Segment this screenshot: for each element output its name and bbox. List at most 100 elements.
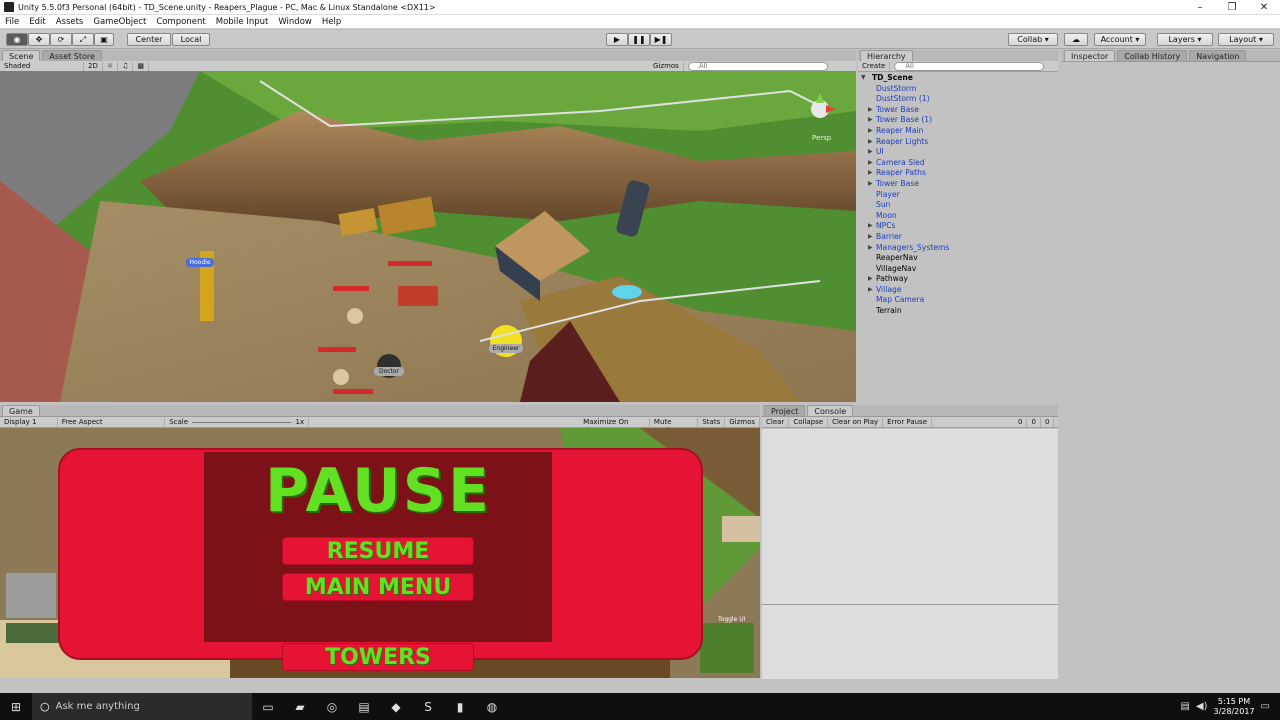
hierarchy-item[interactable]: ▶ Reaper Lights	[858, 137, 1058, 148]
expand-arrow-icon[interactable]: ▶	[868, 179, 873, 190]
layout-dropdown[interactable]: Layout ▾	[1218, 33, 1274, 46]
hierarchy-item[interactable]: Map Camera	[858, 295, 1058, 306]
network-icon[interactable]: ▤	[1180, 701, 1189, 712]
tab-scene[interactable]: Scene	[2, 50, 41, 61]
scene-gizmos-dropdown[interactable]: Gizmos	[649, 61, 684, 71]
scene-view[interactable]: Hoodie Engineer Doctor Persp	[0, 71, 856, 402]
collab-button[interactable]: Collab ▾	[1008, 33, 1058, 46]
twitch-icon[interactable]: ▮	[449, 698, 471, 716]
cloud-icon[interactable]: ☁	[1064, 33, 1088, 46]
menu-window[interactable]: Window	[273, 17, 317, 27]
unity-icon[interactable]: ◆	[385, 698, 407, 716]
mute-audio-toggle[interactable]: Mute Audio	[650, 417, 699, 435]
steam-icon[interactable]: ◍	[481, 698, 503, 716]
pivot-center-button[interactable]: Center	[127, 33, 171, 46]
tab-game[interactable]: Game	[2, 405, 40, 416]
tab-project[interactable]: Project	[764, 405, 806, 416]
expand-arrow-icon[interactable]: ▶	[868, 126, 873, 137]
hand-tool-icon[interactable]: ◉	[6, 33, 28, 46]
towers-button[interactable]: TOWERS	[282, 643, 474, 671]
expand-arrow-icon[interactable]: ▶	[868, 221, 873, 232]
minimize-icon[interactable]: –	[1184, 0, 1216, 15]
hierarchy-item[interactable]: ▶ Reaper Main	[858, 126, 1058, 137]
error-pause-button[interactable]: Error Pause	[883, 417, 933, 427]
tab-inspector[interactable]: Inspector	[1064, 50, 1116, 61]
tab-navigation[interactable]: Navigation	[1189, 50, 1247, 61]
menu-component[interactable]: Component	[151, 17, 210, 27]
2d-toggle[interactable]: 2D	[84, 61, 103, 71]
hierarchy-item[interactable]: ▶ Reaper Paths	[858, 168, 1058, 179]
tab-collab-history[interactable]: Collab History	[1117, 50, 1188, 61]
expand-arrow-icon[interactable]: ▶	[868, 285, 873, 296]
account-dropdown[interactable]: Account ▾	[1094, 33, 1146, 46]
error-count[interactable]: 0	[1041, 417, 1055, 427]
layers-dropdown[interactable]: Layers ▾	[1157, 33, 1213, 46]
menu-assets[interactable]: Assets	[51, 17, 89, 27]
lighting-icon[interactable]: ☼	[103, 61, 119, 71]
hierarchy-item[interactable]: ReaperNav	[858, 253, 1058, 264]
app-icon[interactable]: ▤	[353, 698, 375, 716]
hierarchy-item[interactable]: ▶ Tower Base	[858, 105, 1058, 116]
hierarchy-item[interactable]: ▶ Pathway	[858, 274, 1058, 285]
hierarchy-item[interactable]: ▶ Village	[858, 285, 1058, 296]
hierarchy-item[interactable]: ▶ Managers_Systems	[858, 243, 1058, 254]
game-gizmos-dropdown[interactable]: Gizmos	[725, 417, 761, 427]
rect-tool-icon[interactable]: ▣	[94, 33, 114, 46]
hierarchy-item[interactable]: ▶ Camera Sled	[858, 158, 1058, 169]
scene-root-item[interactable]: ▼ TD_Scene	[858, 73, 1058, 84]
scale-slider[interactable]	[192, 421, 292, 423]
hierarchy-item[interactable]: ▶ UI	[858, 147, 1058, 158]
tab-console[interactable]: Console	[807, 405, 854, 416]
step-button[interactable]: ▶❚	[650, 33, 672, 46]
shading-dropdown[interactable]: Shaded	[0, 61, 84, 71]
windows-start-icon[interactable]: ⊞	[5, 698, 27, 716]
stats-toggle[interactable]: Stats	[698, 417, 726, 427]
scene-search-input[interactable]: All	[687, 61, 828, 71]
tab-hierarchy[interactable]: Hierarchy	[860, 50, 913, 61]
hierarchy-item[interactable]: DustStorm	[858, 84, 1058, 95]
aspect-dropdown[interactable]: Free Aspect	[58, 417, 166, 427]
chrome-icon[interactable]: ◎	[321, 698, 343, 716]
task-view-icon[interactable]: ▭	[257, 698, 279, 716]
warning-count[interactable]: 0	[1027, 417, 1041, 427]
play-button[interactable]: ▶	[606, 33, 628, 46]
notifications-icon[interactable]: ▭	[1261, 701, 1270, 712]
resume-button[interactable]: RESUME	[282, 537, 474, 565]
pause-button[interactable]: ❚❚	[628, 33, 650, 46]
effects-icon[interactable]: ▦	[133, 61, 150, 71]
menu-file[interactable]: File	[0, 17, 24, 27]
volume-icon[interactable]: ◀)	[1196, 701, 1208, 712]
expand-arrow-icon[interactable]: ▶	[868, 158, 873, 169]
persp-label[interactable]: Persp	[812, 134, 831, 142]
maximize-icon[interactable]: ❐	[1216, 0, 1248, 15]
maximize-on-play-toggle[interactable]: Maximize On Play	[579, 417, 650, 435]
toggle-ui-button[interactable]: Toggle UI	[718, 616, 745, 623]
menu-edit[interactable]: Edit	[24, 17, 50, 27]
hierarchy-item[interactable]: ▶ Barrier	[858, 232, 1058, 243]
hierarchy-search-input[interactable]: All	[894, 61, 1045, 71]
menu-gameobject[interactable]: GameObject	[88, 17, 151, 27]
tab-asset-store[interactable]: Asset Store	[42, 50, 102, 61]
menu-help[interactable]: Help	[317, 17, 346, 27]
expand-arrow-icon[interactable]: ▶	[868, 115, 873, 126]
collapse-button[interactable]: Collapse	[789, 417, 829, 427]
hierarchy-item[interactable]: VillageNav	[858, 264, 1058, 275]
expand-arrow-icon[interactable]: ▶	[868, 243, 873, 254]
cortana-search[interactable]: ○ Ask me anything	[32, 693, 252, 720]
hierarchy-item[interactable]: Player	[858, 190, 1058, 201]
expand-arrow-icon[interactable]: ▶	[868, 147, 873, 158]
move-tool-icon[interactable]: ✥	[28, 33, 50, 46]
pivot-local-button[interactable]: Local	[172, 33, 210, 46]
display-dropdown[interactable]: Display 1	[0, 417, 58, 427]
hierarchy-item[interactable]: DustStorm (1)	[858, 94, 1058, 105]
hierarchy-item[interactable]: Terrain	[858, 306, 1058, 317]
expand-arrow-icon[interactable]: ▶	[868, 137, 873, 148]
main-menu-button[interactable]: MAIN MENU	[282, 573, 474, 601]
file-explorer-icon[interactable]: ▰	[289, 698, 311, 716]
rotate-tool-icon[interactable]: ⟳	[50, 33, 72, 46]
skype-icon[interactable]: S	[417, 698, 439, 716]
clear-on-play-button[interactable]: Clear on Play	[828, 417, 884, 427]
hierarchy-item[interactable]: ▶ NPCs	[858, 221, 1058, 232]
expand-arrow-icon[interactable]: ▶	[868, 168, 873, 179]
hierarchy-item[interactable]: ▶ Tower Base	[858, 179, 1058, 190]
